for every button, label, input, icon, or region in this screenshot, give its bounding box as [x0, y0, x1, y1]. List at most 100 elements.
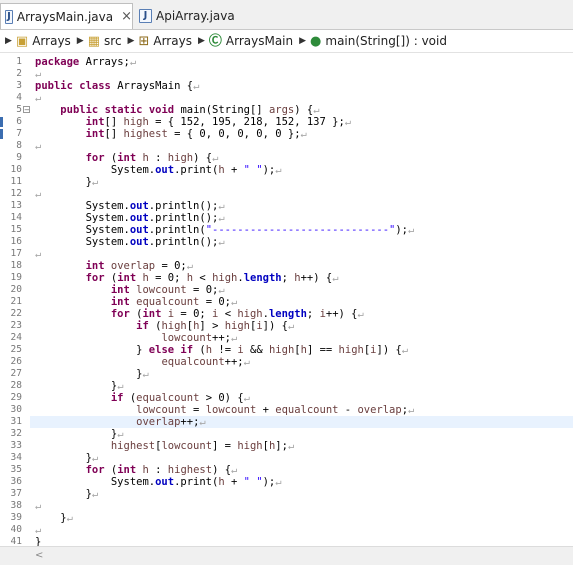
code-editor[interactable]: 1 2 3 4 5−6 7 8 9 10 11 12 13 14 15 16 17 18 19 20 21 22 23 24… [0, 53, 573, 548]
line-number: 9 [16, 152, 22, 163]
code-line[interactable]: ↵ [35, 92, 573, 104]
code-line[interactable]: int lowcount = 0;↵ [35, 284, 573, 296]
code-line[interactable]: }↵ [35, 176, 573, 188]
line-number: 36 [10, 476, 22, 487]
code-line[interactable]: package Arrays;↵ [35, 56, 573, 68]
line-number: 2 [16, 68, 22, 79]
line-number: 13 [10, 200, 22, 211]
chevron-right-icon: ▶ [299, 36, 307, 46]
code-line[interactable]: }↵ [35, 368, 573, 380]
line-number: 17 [10, 248, 22, 259]
code-line[interactable]: } else if (h != i && high[h] == high[i])… [35, 344, 573, 356]
line-number: 30 [10, 404, 22, 415]
code-line[interactable]: for (int h : highest) {↵ [35, 464, 573, 476]
breadcrumb-label: ArraysMain [225, 34, 294, 48]
code-line[interactable]: }↵ [35, 512, 573, 524]
code-line[interactable]: for (int i = 0; i < high.length; i++) {↵ [35, 308, 573, 320]
project-icon: ▣ [15, 33, 29, 49]
breadcrumb-method[interactable]: ▶ ● main(String[]) : void [299, 34, 447, 48]
breadcrumb-class[interactable]: ▶ Ⓒ ArraysMain [198, 34, 293, 48]
line-number: 12 [10, 188, 22, 199]
line-number: 32 [10, 428, 22, 439]
line-number: 37 [10, 488, 22, 499]
line-number: 4 [16, 92, 22, 103]
code-line[interactable]: lowcount++;↵ [35, 332, 573, 344]
code-line[interactable]: ↵ [35, 140, 573, 152]
code-line[interactable]: public static void main(String[] args) {… [35, 104, 573, 116]
code-line[interactable]: public class ArraysMain {↵ [35, 80, 573, 92]
horizontal-scrollbar[interactable]: < [0, 546, 573, 565]
tab-apiarray[interactable]: J ApiArray.java [135, 3, 235, 29]
line-number: 15 [10, 224, 22, 235]
chevron-right-icon: ▶ [5, 36, 12, 46]
breadcrumb-label: src [104, 34, 122, 48]
code-line[interactable]: ↵ [35, 524, 573, 536]
code-line[interactable]: for (int h = 0; h < high.length; h++) {↵ [35, 272, 573, 284]
breadcrumb-src[interactable]: ▶ ▦ src [77, 34, 122, 48]
code-line[interactable]: }↵ [35, 452, 573, 464]
occurrence-marker [0, 117, 3, 127]
code-line[interactable]: }↵ [35, 428, 573, 440]
fold-toggle-icon[interactable]: − [23, 106, 30, 114]
chevron-right-icon: ▶ [76, 36, 84, 46]
line-number: 5 [16, 104, 22, 115]
code-line[interactable]: ↵ [35, 500, 573, 512]
code-line[interactable]: System.out.print(h + " ");↵ [35, 476, 573, 488]
chevron-right-icon: ▶ [197, 36, 205, 46]
code-line[interactable]: ↵ [35, 68, 573, 80]
code-line[interactable]: }↵ [35, 488, 573, 500]
code-line[interactable]: if (equalcount > 0) {↵ [35, 392, 573, 404]
code-line[interactable]: ↵ [35, 248, 573, 260]
line-number: 26 [10, 356, 22, 367]
occurrence-marker [0, 129, 3, 139]
code-line[interactable]: int equalcount = 0;↵ [35, 296, 573, 308]
code-line[interactable]: }↵ [35, 380, 573, 392]
code-line[interactable]: System.out.println();↵ [35, 200, 573, 212]
line-number: 28 [10, 380, 22, 391]
line-number: 39 [10, 512, 22, 523]
chevron-right-icon: ▶ [127, 36, 135, 46]
line-number: 19 [10, 272, 22, 283]
close-icon[interactable]: × [121, 9, 132, 24]
code-line[interactable]: int[] highest = { 0, 0, 0, 0, 0 };↵ [35, 128, 573, 140]
line-number: 21 [10, 296, 22, 307]
scroll-left-icon[interactable]: < [35, 550, 43, 561]
editor-tab-bar: J ArraysMain.java × J ApiArray.java [0, 0, 573, 30]
code-line[interactable]: int[] high = { 152, 195, 218, 152, 137 }… [35, 116, 573, 128]
code-line[interactable]: ↵ [35, 188, 573, 200]
line-number-gutter: 1 2 3 4 5−6 7 8 9 10 11 12 13 14 15 16 17 18 19 20 21 22 23 24… [0, 53, 30, 547]
method-icon: ● [310, 33, 322, 49]
line-number: 6 [16, 116, 22, 127]
code-line[interactable]: System.out.println("--------------------… [35, 224, 573, 236]
code-line[interactable]: lowcount = lowcount + equalcount - overl… [35, 404, 573, 416]
line-number: 10 [10, 164, 22, 175]
breadcrumb: ▶ ▣ Arrays ▶ ▦ src ▶ ⊞ Arrays ▶ Ⓒ Arrays… [0, 30, 573, 53]
line-number: 33 [10, 440, 22, 451]
breadcrumb-project[interactable]: ▶ ▣ Arrays [5, 34, 71, 48]
code-line[interactable]: equalcount++;↵ [35, 356, 573, 368]
line-number: 40 [10, 524, 22, 535]
line-number: 38 [10, 500, 22, 511]
breadcrumb-label: Arrays [32, 34, 71, 48]
code-line[interactable]: System.out.print(h + " ");↵ [35, 164, 573, 176]
tab-arraysmain[interactable]: J ArraysMain.java × [0, 3, 133, 29]
tab-label: ArraysMain.java [16, 9, 114, 24]
code-line[interactable]: System.out.println();↵ [35, 212, 573, 224]
java-file-icon: J [139, 9, 152, 23]
line-number: 23 [10, 320, 22, 331]
line-number: 35 [10, 464, 22, 475]
code-area[interactable]: package Arrays;↵ ↵ public class ArraysMain… [30, 53, 573, 548]
breadcrumb-package[interactable]: ▶ ⊞ Arrays [128, 34, 192, 48]
line-number: 25 [10, 344, 22, 355]
line-number: 24 [10, 332, 22, 343]
line-number: 27 [10, 368, 22, 379]
line-number: 3 [16, 80, 22, 91]
code-line[interactable]: int overlap = 0;↵ [35, 260, 573, 272]
code-line[interactable]: for (int h : high) {↵ [35, 152, 573, 164]
code-line[interactable]: highest[lowcount] = high[h];↵ [35, 440, 573, 452]
code-line[interactable]: if (high[h] > high[i]) {↵ [35, 320, 573, 332]
line-number: 29 [10, 392, 22, 403]
code-line[interactable]: System.out.println();↵ [35, 236, 573, 248]
code-line[interactable]: overlap++;↵ [30, 416, 573, 428]
breadcrumb-label: Arrays [153, 34, 192, 48]
